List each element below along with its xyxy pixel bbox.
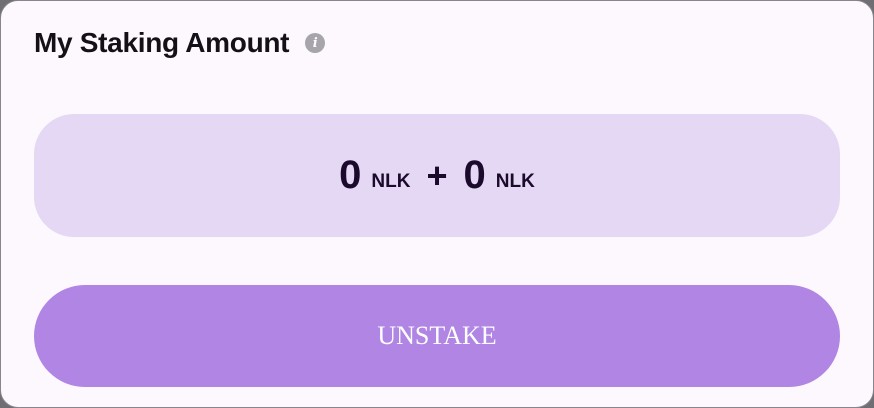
staked-amount-value: 0: [339, 153, 362, 197]
staking-card: My Staking Amount i 0 NLK + 0 NLK UNSTAK…: [0, 0, 874, 408]
staked-amount-unit: NLK: [371, 170, 411, 192]
plus-operator: +: [426, 154, 448, 196]
unstake-button[interactable]: UNSTAKE: [34, 285, 840, 387]
staking-amount-display: 0 NLK + 0 NLK: [34, 114, 840, 237]
info-icon[interactable]: i: [305, 33, 326, 53]
card-header: My Staking Amount i: [34, 25, 326, 61]
reward-amount-value: 0: [463, 153, 486, 197]
reward-amount-unit: NLK: [495, 170, 535, 192]
card-title: My Staking Amount: [34, 27, 290, 58]
